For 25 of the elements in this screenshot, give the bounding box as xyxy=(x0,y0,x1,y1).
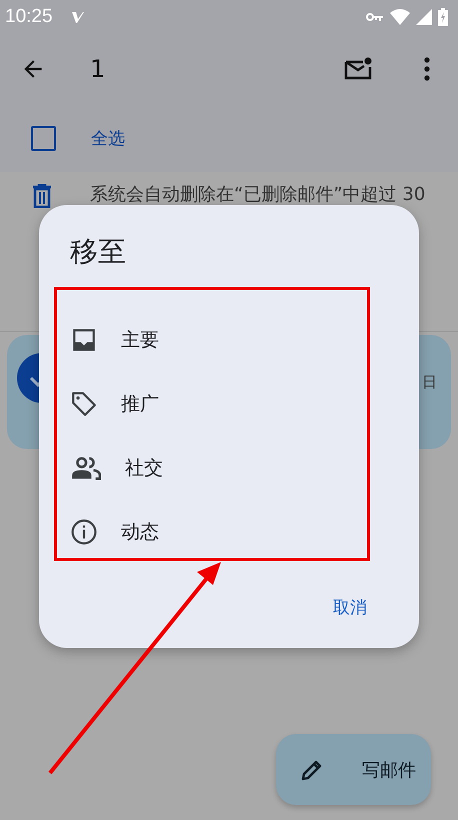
wifi-icon xyxy=(390,9,410,25)
category-option[interactable]: 动态 xyxy=(39,500,419,564)
category-option[interactable]: 社交 xyxy=(39,436,419,500)
info-icon xyxy=(71,519,97,545)
battery-icon xyxy=(438,8,448,26)
notice-text: 系统会自动删除在“已删除邮件”中超过 30 xyxy=(90,183,426,206)
trash-icon xyxy=(32,184,52,208)
select-all-checkbox[interactable] xyxy=(31,126,56,150)
tag-icon xyxy=(71,391,97,417)
compose-button[interactable]: 写邮件 xyxy=(276,734,431,805)
mark-unread-icon[interactable] xyxy=(344,57,372,81)
key-icon xyxy=(366,12,384,22)
dialog-title: 移至 xyxy=(69,234,127,270)
category-option[interactable]: 主要 xyxy=(39,308,419,372)
clock-text: 10:25 xyxy=(5,6,53,28)
select-all-label[interactable]: 全选 xyxy=(91,126,125,150)
inbox-icon xyxy=(71,327,97,353)
signal-icon xyxy=(416,9,432,25)
category-option[interactable]: 推广 xyxy=(39,372,419,436)
people-icon xyxy=(71,455,101,481)
message-date: 日 xyxy=(422,373,437,392)
selection-count: 1 xyxy=(90,55,106,83)
cancel-button[interactable]: 取消 xyxy=(331,592,369,623)
more-icon[interactable] xyxy=(424,57,430,81)
notification-icon xyxy=(70,10,85,24)
